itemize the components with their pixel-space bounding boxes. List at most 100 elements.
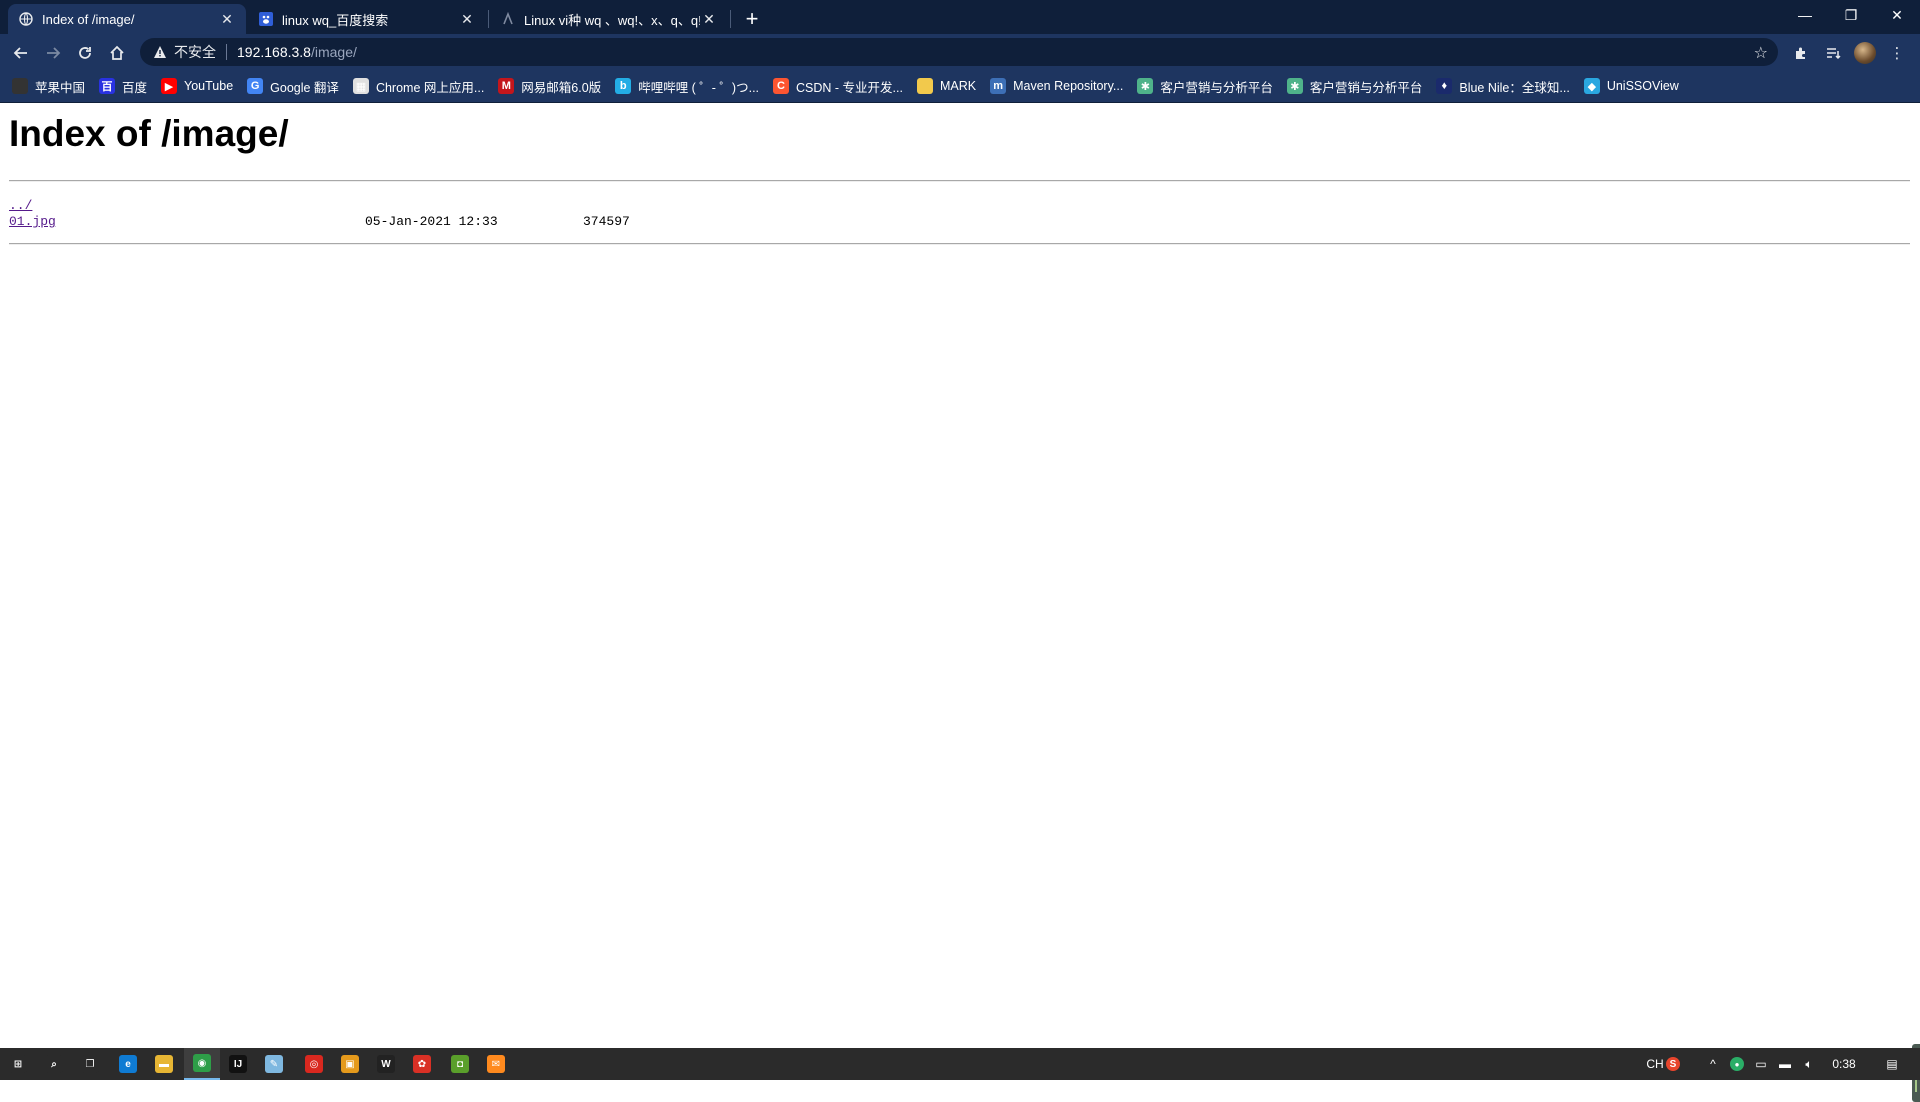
bookmark-item[interactable]: ▶ YouTube — [161, 78, 233, 94]
tab-title: Index of /image/ — [42, 11, 135, 27]
reload-button[interactable] — [72, 40, 98, 66]
forward-button[interactable] — [40, 40, 66, 66]
tab-baidu-search[interactable]: linux wq_百度搜索 ✕ — [248, 4, 486, 34]
sogou-ime-icon[interactable]: S — [1662, 1048, 1684, 1080]
file-link[interactable]: 01.jpg — [9, 214, 56, 229]
taskbar-button[interactable]: W — [368, 1048, 404, 1080]
task-view-icon: ❐ — [81, 1055, 99, 1073]
platform-icon: ✱ — [1286, 78, 1303, 94]
tab-title: linux wq_百度搜索 — [282, 12, 389, 28]
address-bar[interactable]: 不安全 192.168.3.8/image/ ☆ — [140, 38, 1778, 66]
bookmark-item[interactable]: ◆ UniSSOView — [1583, 78, 1679, 94]
bookmark-label: 网易邮箱6.0版 — [521, 80, 602, 95]
bookmark-label: Google 翻译 — [270, 80, 339, 95]
bookmark-item[interactable]: ▦ Chrome 网上应用... — [352, 77, 484, 96]
action-center-icon[interactable]: ▤ — [1874, 1048, 1910, 1080]
avatar — [1854, 42, 1876, 64]
url-path: /image/ — [310, 44, 357, 60]
bookmark-star-icon[interactable]: ☆ — [1754, 43, 1768, 63]
taskbar-button[interactable]: ❐ — [72, 1048, 108, 1080]
url-host: 192.168.3.8 — [237, 44, 311, 60]
volume-icon[interactable]: 🔈︎ — [1798, 1048, 1820, 1080]
windows-start-icon: ⊞ — [9, 1055, 27, 1073]
show-hidden-icons-icon[interactable]: ^ — [1702, 1048, 1724, 1080]
home-icon — [110, 45, 124, 60]
taskbar-button[interactable]: ◎ — [296, 1048, 332, 1080]
folder-icon — [916, 78, 933, 94]
taskbar-button[interactable]: ✿ — [404, 1048, 440, 1080]
extensions-icon[interactable] — [1788, 40, 1814, 66]
globe-icon — [18, 11, 34, 27]
arrow-left-icon — [13, 47, 27, 59]
bookmark-item[interactable]: C CSDN - 专业开发... — [773, 77, 903, 96]
taskbar-app-icon: ✿ — [413, 1055, 431, 1073]
search-icon: ⌕ — [45, 1055, 63, 1073]
bookmark-item[interactable]: m Maven Repository... — [990, 78, 1123, 94]
taskbar-app-icon: ◘ — [451, 1055, 469, 1073]
bookmark-item[interactable]: G Google 翻译 — [247, 77, 339, 96]
warning-icon[interactable] — [152, 44, 168, 60]
bookmark-label: UniSSOView — [1606, 79, 1679, 93]
url-text[interactable]: 192.168.3.8/image/ — [237, 44, 357, 60]
new-tab-button[interactable]: + — [738, 5, 766, 33]
wps-icon: W — [377, 1055, 395, 1073]
close-tab-icon[interactable]: ✕ — [218, 11, 236, 28]
reading-list-icon[interactable] — [1820, 40, 1846, 66]
taskbar-button[interactable]: ◉ — [184, 1048, 220, 1080]
parent-directory-link[interactable]: ../ — [9, 198, 32, 213]
taskbar-button[interactable]: ▣ — [332, 1048, 368, 1080]
file-size: 374597 — [583, 214, 630, 229]
bookmark-item[interactable]: b 哔哩哔哩 ( ゜- ゜)つ... — [615, 77, 759, 96]
bookmark-label: Blue Nile：全球知... — [1459, 80, 1570, 95]
close-tab-icon[interactable]: ✕ — [700, 11, 718, 28]
taskbar-button[interactable]: ⌕ — [36, 1048, 72, 1080]
bookmark-item[interactable]: ✱ 客户营销与分析平台 — [1286, 77, 1422, 96]
bookmark-item[interactable]: 苹果中国 — [12, 77, 85, 96]
list-item: 01.jpg 05-Jan-2021 12:33 374597 — [9, 214, 809, 230]
tab-linux-vi[interactable]: Linux vi种 wq 、wq!、x、q、q! ✕ — [490, 4, 728, 34]
netease-music-icon: ◎ — [305, 1055, 323, 1073]
browser-toolbar: 不安全 192.168.3.8/image/ ☆ ⋮ — [0, 34, 1920, 70]
taskbar-button[interactable]: ⊞ — [0, 1048, 36, 1080]
profile-avatar[interactable] — [1852, 40, 1878, 66]
file-explorer-icon: ▬ — [155, 1055, 173, 1073]
taskbar-button[interactable]: e — [110, 1048, 146, 1080]
bluenile-icon: ♦ — [1436, 78, 1453, 94]
omnibox-divider — [226, 44, 227, 60]
chrome-icon: ◉ — [193, 1054, 211, 1072]
taskbar-button[interactable]: ◘ — [442, 1048, 478, 1080]
bookmark-item[interactable]: ♦ Blue Nile：全球知... — [1436, 77, 1570, 96]
not-secure-label[interactable]: 不安全 — [174, 42, 216, 62]
bookmark-item[interactable]: 百百度 — [99, 77, 147, 96]
menu-kebab-icon[interactable]: ⋮ — [1884, 40, 1910, 66]
bilibili-icon: b — [615, 78, 632, 94]
edge-icon: e — [119, 1055, 137, 1073]
page-title: Index of /image/ — [9, 113, 289, 154]
back-button[interactable] — [8, 40, 34, 66]
tab-index-image[interactable]: Index of /image/ ✕ — [8, 4, 246, 34]
taskbar-button[interactable]: ✎ — [256, 1048, 292, 1080]
home-button[interactable] — [104, 40, 130, 66]
baidu-icon: 百 — [99, 78, 116, 94]
taskbar-button[interactable]: IJ — [220, 1048, 256, 1080]
site-icon — [500, 11, 516, 27]
tab-strip: Index of /image/ ✕ linux wq_百度搜索 ✕ Linux… — [0, 0, 1920, 34]
network-icon[interactable]: ▭ — [1750, 1048, 1772, 1080]
bookmark-item[interactable]: ✱ 客户营销与分析平台 — [1137, 77, 1273, 96]
battery-icon[interactable]: ▬ — [1774, 1048, 1796, 1080]
restore-button[interactable]: ❐ — [1828, 0, 1874, 30]
taskbar-button[interactable]: ✉ — [478, 1048, 514, 1080]
google-translate-icon: G — [247, 78, 264, 94]
bookmark-item[interactable]: MARK — [916, 78, 976, 94]
taskbar-button[interactable]: ▬ — [146, 1048, 182, 1080]
bookmark-item[interactable]: M 网易邮箱6.0版 — [498, 77, 601, 96]
list-item: ../ — [9, 198, 809, 214]
close-window-button[interactable]: ✕ — [1874, 0, 1920, 30]
bookmark-label: CSDN - 专业开发... — [796, 80, 903, 95]
clock[interactable]: 0:38 — [1824, 1048, 1864, 1080]
reload-icon — [79, 47, 91, 59]
wechat-tray-icon[interactable]: ● — [1726, 1048, 1748, 1080]
minimize-button[interactable]: — — [1782, 0, 1828, 30]
close-tab-icon[interactable]: ✕ — [458, 11, 476, 28]
apple-icon — [12, 78, 28, 94]
